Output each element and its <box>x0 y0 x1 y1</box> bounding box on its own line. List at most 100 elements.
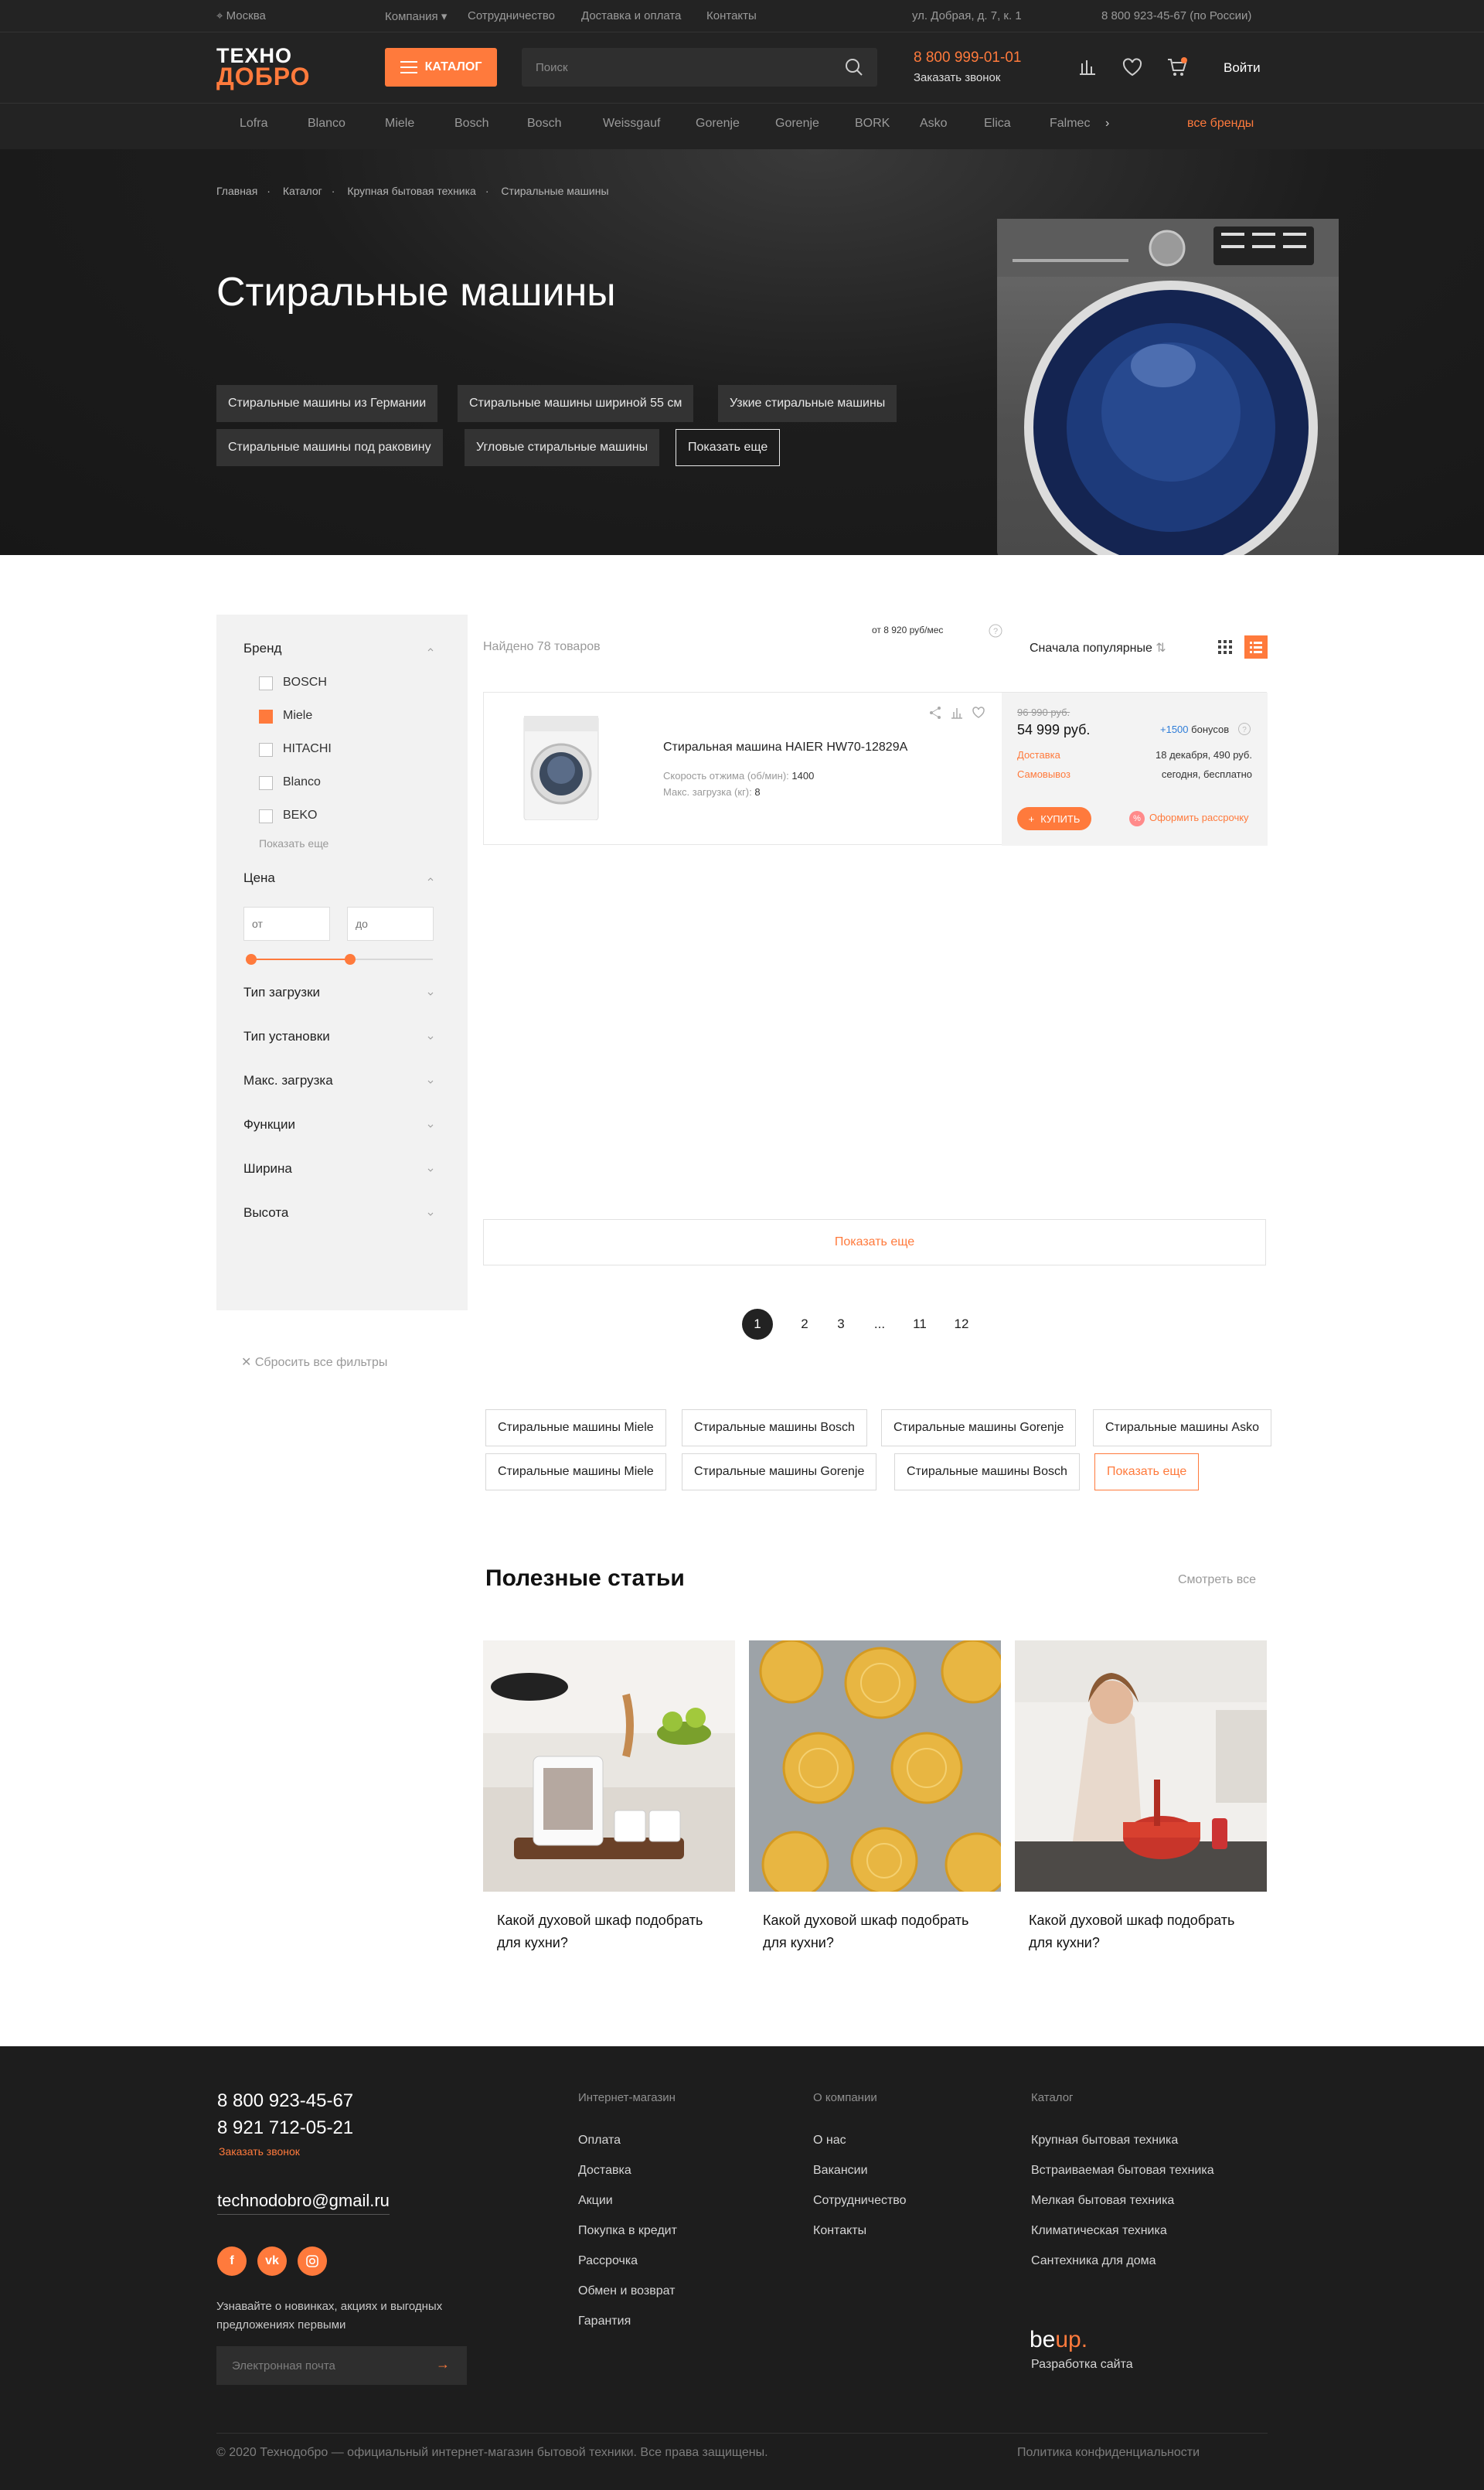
pagination-page[interactable]: 2 <box>789 1309 820 1340</box>
brand-link[interactable]: BORK <box>855 117 890 131</box>
footer-link[interactable]: Контакты <box>813 2224 866 2238</box>
show-more-links-button[interactable]: Показать еще <box>1094 1453 1200 1490</box>
topbar-link-company[interactable]: Компания ▾ <box>385 9 447 23</box>
brand-link[interactable]: Lofra <box>240 117 267 131</box>
filter-section-max-load[interactable]: Макс. загрузка <box>243 1073 333 1088</box>
footer-link[interactable]: Вакансии <box>813 2164 868 2178</box>
footer-link[interactable]: Крупная бытовая техника <box>1031 2134 1178 2148</box>
footer-link[interactable]: Доставка <box>578 2164 631 2178</box>
installment-link[interactable]: % Оформить рассрочку <box>1129 811 1249 826</box>
list-view-icon[interactable] <box>1244 635 1268 659</box>
chevron-down-icon[interactable] <box>427 1210 434 1218</box>
search-icon[interactable] <box>845 58 863 77</box>
brand-checkbox-hitachi[interactable] <box>259 743 273 757</box>
pagination-page[interactable]: 11 <box>904 1309 935 1340</box>
footer-link[interactable]: Сотрудничество <box>813 2194 907 2208</box>
brand-checkbox-beko[interactable] <box>259 809 273 823</box>
compare-icon[interactable] <box>1076 56 1099 79</box>
chevron-up-icon[interactable] <box>427 875 434 883</box>
instagram-icon[interactable] <box>298 2246 327 2276</box>
vk-icon[interactable]: vk <box>257 2246 287 2276</box>
related-link-tag[interactable]: Стиральные машины Miele <box>485 1409 666 1446</box>
topbar-link-contacts[interactable]: Контакты <box>706 9 757 22</box>
category-tag[interactable]: Угловые стиральные машины <box>465 429 660 466</box>
all-brands-link[interactable]: все бренды <box>1187 117 1254 131</box>
price-slider-min-handle[interactable] <box>246 954 257 965</box>
brand-link[interactable]: Weissgauf <box>603 117 660 131</box>
article-title[interactable]: Какой духовой шкаф подобрать для кухни? <box>497 1909 729 1954</box>
filter-section-load-type[interactable]: Тип загрузки <box>243 985 320 1000</box>
compare-icon[interactable] <box>950 706 964 720</box>
pagination-page[interactable]: 1 <box>742 1309 773 1340</box>
privacy-policy-link[interactable]: Политика конфиденциальности <box>1017 2446 1200 2460</box>
chevron-down-icon[interactable] <box>427 1078 434 1085</box>
footer-link[interactable]: Покупка в кредит <box>578 2224 677 2238</box>
brands-show-more-link[interactable]: Показать еще <box>259 837 328 850</box>
footer-link[interactable]: Сантехника для дома <box>1031 2254 1156 2268</box>
brand-link[interactable]: Bosch <box>527 117 561 131</box>
price-from-input[interactable] <box>243 907 330 941</box>
category-tag[interactable]: Узкие стиральные машины <box>718 385 897 422</box>
pagination-page[interactable]: 3 <box>825 1309 856 1340</box>
breadcrumb-large-appliances[interactable]: Крупная бытовая техника <box>347 185 476 197</box>
footer-link[interactable]: Мелкая бытовая техника <box>1031 2194 1174 2208</box>
chevron-right-icon[interactable]: › <box>1105 117 1109 131</box>
call-request-link[interactable]: Заказать звонок <box>914 71 1000 84</box>
login-link[interactable]: Войти <box>1224 60 1261 76</box>
price-to-input[interactable] <box>347 907 434 941</box>
filter-brand-title[interactable]: Бренд <box>243 641 281 656</box>
product-title[interactable]: Стиральная машина HAIER HW70-12829A <box>663 741 907 754</box>
brand-checkbox-miele[interactable] <box>259 710 273 724</box>
footer-link[interactable]: Встраиваемая бытовая техника <box>1031 2164 1214 2178</box>
footer-email[interactable]: technodobro@gmail.ru <box>217 2191 390 2215</box>
city-selector[interactable]: ⌖ Москва <box>216 9 266 22</box>
logo[interactable]: ТЕХНО ДОБРО <box>216 45 332 89</box>
brand-link[interactable]: Asko <box>920 117 948 131</box>
category-tag[interactable]: Стиральные машины под раковину <box>216 429 443 466</box>
brand-link[interactable]: Falmec <box>1050 117 1090 131</box>
heart-icon[interactable] <box>1121 56 1144 79</box>
brand-link[interactable]: Gorenje <box>696 117 740 131</box>
filter-section-width[interactable]: Ширина <box>243 1161 292 1177</box>
footer-link[interactable]: О нас <box>813 2134 846 2148</box>
reset-filters-button[interactable]: ✕ Сбросить все фильтры <box>241 1354 387 1370</box>
heart-icon[interactable] <box>972 706 985 720</box>
pagination-page[interactable]: 12 <box>946 1309 977 1340</box>
share-icon[interactable] <box>928 706 942 720</box>
catalog-button[interactable]: КАТАЛОГ <box>385 48 497 87</box>
buy-button[interactable]: + КУПИТЬ <box>1017 807 1091 830</box>
product-card[interactable]: Стиральная машина HAIER HW70-12829A Скор… <box>483 692 1268 846</box>
topbar-phone[interactable]: 8 800 923-45-67 (по России) <box>1101 9 1251 22</box>
brand-link[interactable]: Bosch <box>454 117 488 131</box>
facebook-icon[interactable]: f <box>217 2246 247 2276</box>
arrow-right-icon[interactable]: → <box>436 2356 450 2372</box>
related-link-tag[interactable]: Стиральные машины Gorenje <box>682 1453 877 1490</box>
footer-link[interactable]: Акции <box>578 2194 613 2208</box>
related-link-tag[interactable]: Стиральные машины Miele <box>485 1453 666 1490</box>
footer-link[interactable]: Оплата <box>578 2134 621 2148</box>
article-image[interactable] <box>749 1640 1001 1892</box>
brand-link[interactable]: Miele <box>385 117 414 131</box>
article-title[interactable]: Какой духовой шкаф подобрать для кухни? <box>763 1909 995 1954</box>
chevron-down-icon[interactable] <box>427 990 434 997</box>
footer-link[interactable]: Климатическая техника <box>1031 2224 1167 2238</box>
search-input[interactable] <box>536 58 829 77</box>
sort-dropdown[interactable]: Сначала популярные ⇅ <box>1030 640 1166 656</box>
see-all-articles-link[interactable]: Смотреть все <box>1178 1573 1256 1587</box>
subscribe-email-input[interactable] <box>232 2357 425 2374</box>
footer-phone[interactable]: 8 800 923-45-67 <box>217 2090 353 2112</box>
grid-view-icon[interactable] <box>1217 639 1233 655</box>
chevron-down-icon[interactable] <box>427 1034 434 1041</box>
related-link-tag[interactable]: Стиральные машины Bosch <box>894 1453 1080 1490</box>
show-more-products-button[interactable]: Показать еще <box>483 1219 1266 1265</box>
filter-price-title[interactable]: Цена <box>243 870 275 886</box>
filter-section-height[interactable]: Высота <box>243 1205 288 1221</box>
chevron-up-icon[interactable] <box>427 645 434 653</box>
filter-section-install-type[interactable]: Тип установки <box>243 1029 330 1044</box>
footer-link[interactable]: Гарантия <box>578 2315 631 2328</box>
filter-section-functions[interactable]: Функции <box>243 1117 295 1133</box>
show-more-tags-button[interactable]: Показать еще <box>676 429 781 466</box>
developer-logo[interactable]: beup. <box>1030 2327 1087 2353</box>
footer-phone[interactable]: 8 921 712-05-21 <box>217 2117 353 2139</box>
related-link-tag[interactable]: Стиральные машины Gorenje <box>881 1409 1077 1446</box>
